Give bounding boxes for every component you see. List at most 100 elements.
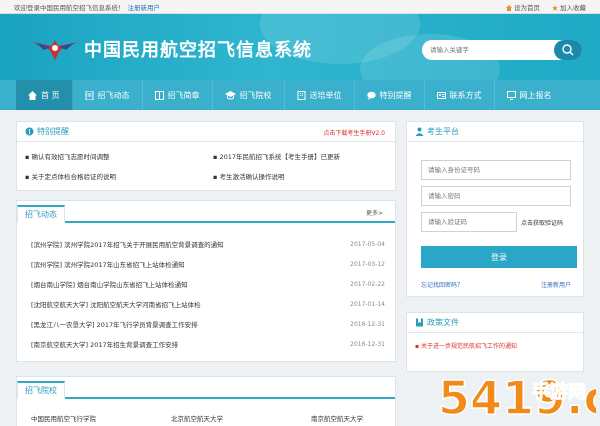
college-link[interactable]: 北京航空航天大学 [171,413,223,423]
news-row[interactable]: [南京航空航天大学] 2017年招生背景调查工作安排 2016-12-31 [31,337,385,351]
caac-logo-icon [32,40,78,60]
colleges-panel: 招飞院校 中国民用航空飞行学院 北京航空航天大学 南京航空航天大学 [16,376,396,426]
set-home-link[interactable]: 设为首页 [506,2,540,12]
nav-label: 特别提醒 [379,90,412,100]
tab-dynamics[interactable]: 招飞动态 [17,205,65,223]
document-icon [85,90,94,100]
reminder-item-text: 确认有效招飞志愿时间调整 [31,153,110,161]
nav-label: 招飞简章 [167,90,200,100]
reminder-item-text: 关于定点体检合格验证的说明 [31,173,116,181]
nav-label: 联系方式 [449,90,482,100]
top-links: 设为首页 加入收藏 [506,2,586,12]
dynamics-panel: 招飞动态 更多> [滨州学院] 滨州学院2017年招飞关于开展民用航空背景调查的… [16,200,396,362]
news-row[interactable]: [滨州学院] 滨州学院2017年山东省招飞上站体检通知 2017-03-12 [31,257,385,271]
reminder-item-text: 2017年民航招飞系统【考生手册】已更新 [219,153,341,161]
reminder-item[interactable]: ▪ 2017年民航招飞系统【考生手册】已更新 [213,151,340,161]
main-nav: 首 页 招飞动态 招飞简章 招飞院校 送培单位 特别提醒 联系方式 网上报名 [0,80,600,110]
policy-title: 政策文件 [427,318,459,327]
news-date: 2016-12-31 [350,320,385,328]
news-date: 2017-03-12 [350,260,385,268]
favorite-link[interactable]: 加入收藏 [552,2,586,12]
contact-card-icon [436,91,446,99]
search-button[interactable] [554,40,582,60]
reminder-title: 特别提醒 [37,127,69,136]
login-panel: 考生平台 点击获取验证码 登录 忘记找回密码？ 注册新用户 [406,121,584,297]
dynamics-tabbar: 招飞动态 更多> [17,201,395,223]
user-icon [415,127,424,136]
nav-label: 网上报名 [519,90,552,100]
search-box [422,40,582,60]
nav-home[interactable]: 首 页 [16,80,73,110]
register-link[interactable]: 注册新用户 [541,280,571,289]
news-title: [沈阳航空航天大学] 沈阳航空航天大学河南省招飞上站体检 [31,301,201,309]
favorite-label: 加入收藏 [560,3,586,12]
colleges-tabbar: 招飞院校 [17,377,395,399]
monitor-icon [506,90,516,100]
watermark-text: 手游网 [532,381,586,403]
id-number-input[interactable] [421,160,571,180]
reminder-panel: 特别提醒 点击下载考生手册V2.0 ▪ 确认有效招飞志愿时间调整 ▪ 2017年… [16,121,396,191]
graduation-cap-icon [224,90,236,99]
nav-brochure[interactable]: 招飞简章 [143,80,213,110]
login-button[interactable]: 登录 [421,246,577,268]
reminder-item[interactable]: ▪ 确认有效招飞志愿时间调整 [25,151,109,161]
policy-item[interactable]: ▪ 关于进一步规范民航招飞工作的通知 [415,341,517,350]
top-bar: 欢迎登录中国民用航空招飞信息系统！ 注册新用户 设为首页 加入收藏 [0,0,600,14]
chat-bubble-icon [366,91,376,100]
get-captcha-link[interactable]: 点击获取验证码 [521,218,563,227]
news-title: [滨州学院] 滨州学院2017年山东省招飞上站体检通知 [31,261,185,269]
search-icon [562,44,574,56]
register-link[interactable]: 注册新用户 [128,4,161,12]
news-date: 2016-12-31 [350,340,385,348]
site-title: 中国民用航空招飞信息系统 [84,40,312,61]
building-icon [297,90,306,100]
college-link[interactable]: 中国民用航空飞行学院 [31,413,96,423]
password-input[interactable] [421,186,571,206]
book-icon [154,90,164,100]
star-icon [552,4,558,11]
news-title: [滨州学院] 滨州学院2017年招飞关于开展民用航空背景调查的通知 [31,241,224,249]
nav-label: 招飞院校 [239,90,272,100]
login-title: 考生平台 [427,127,459,136]
policy-header: 政策文件 [407,313,583,333]
captcha-input[interactable] [421,212,517,232]
search-input[interactable] [430,43,550,57]
news-row[interactable]: [黑龙江八一农垦大学] 2017年飞行学员背景调查工作安排 2016-12-31 [31,317,385,331]
reminder-item-text: 考生激活确认操作说明 [219,173,285,181]
news-row[interactable]: [沈阳航空航天大学] 沈阳航空航天大学河南省招飞上站体检 2017-01-14 [31,297,385,311]
welcome-area: 欢迎登录中国民用航空招飞信息系统！ 注册新用户 [14,2,160,12]
home-icon [506,4,512,11]
news-title: [南京航空航天大学] 2017年招生背景调查工作安排 [31,341,179,349]
forgot-password-link[interactable]: 忘记找回密码？ [421,280,463,289]
news-title: [烟台南山学院] 烟台南山学院山东省招飞上站体检通知 [31,281,188,289]
watermark-logo: 5419.com 手游网 [437,370,596,426]
news-row[interactable]: [滨州学院] 滨州学院2017年招飞关于开展民用航空背景调查的通知 2017-05… [31,237,385,251]
info-icon [25,127,34,136]
tab-colleges[interactable]: 招飞院校 [17,381,65,399]
home-icon [28,90,37,100]
nav-dynamics[interactable]: 招飞动态 [73,80,143,110]
news-title: [黑龙江八一农垦大学] 2017年飞行学员背景调查工作安排 [31,321,198,329]
more-link[interactable]: 更多> [366,208,383,217]
news-row[interactable]: [烟台南山学院] 烟台南山学院山东省招飞上站体检通知 2017-02-22 [31,277,385,291]
reminder-item[interactable]: ▪ 关于定点体检合格验证的说明 [25,171,116,181]
news-date: 2017-05-04 [350,240,385,248]
login-header: 考生平台 [407,122,583,142]
nav-label: 首 页 [41,90,60,100]
set-home-label: 设为首页 [514,3,540,12]
policy-item-text: 关于进一步规范民航招飞工作的通知 [420,343,517,350]
nav-training-units[interactable]: 送培单位 [285,80,355,110]
nav-label: 招飞动态 [97,90,130,100]
nav-reminder[interactable]: 特别提醒 [355,80,425,110]
download-manual-link[interactable]: 点击下载考生手册V2.0 [323,128,385,137]
news-date: 2017-01-14 [350,300,385,308]
bookmark-icon [416,318,423,327]
nav-contact[interactable]: 联系方式 [425,80,495,110]
nav-colleges[interactable]: 招飞院校 [213,80,285,110]
news-date: 2017-02-22 [350,280,385,288]
reminder-item[interactable]: ▪ 考生激活确认操作说明 [213,171,284,181]
site-header: 中国民用航空招飞信息系统 [0,14,600,80]
college-link[interactable]: 南京航空航天大学 [311,413,363,423]
nav-label: 送培单位 [309,90,342,100]
nav-online-signup[interactable]: 网上报名 [495,80,564,110]
